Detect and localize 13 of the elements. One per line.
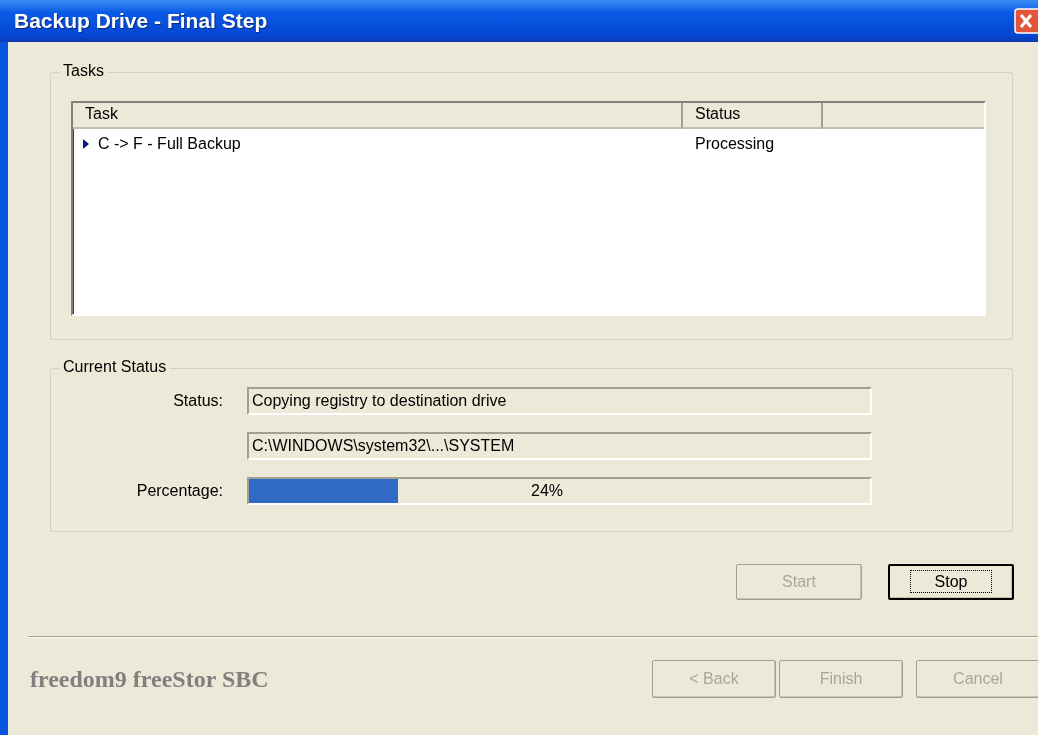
brand-logo: freedom9 freeStor SBC xyxy=(30,665,269,693)
table-cell: Processing xyxy=(695,135,775,153)
column-header[interactable]: Task xyxy=(73,103,683,129)
table-cell: C -> F - Full Backup xyxy=(98,135,241,153)
percentage-text: 24% xyxy=(531,482,564,500)
field-label: Status: xyxy=(172,392,224,410)
action-button[interactable]: Stop xyxy=(888,564,1014,600)
close-icon[interactable] xyxy=(1014,8,1038,34)
status-field: Copying registry to destination drive xyxy=(247,387,872,415)
column-header[interactable]: Status xyxy=(683,103,823,129)
path-field: C:\WINDOWS\system32\...\SYSTEM xyxy=(247,432,872,460)
window-title: Backup Drive - Final Step xyxy=(14,9,268,33)
field-label: Percentage: xyxy=(135,482,224,500)
